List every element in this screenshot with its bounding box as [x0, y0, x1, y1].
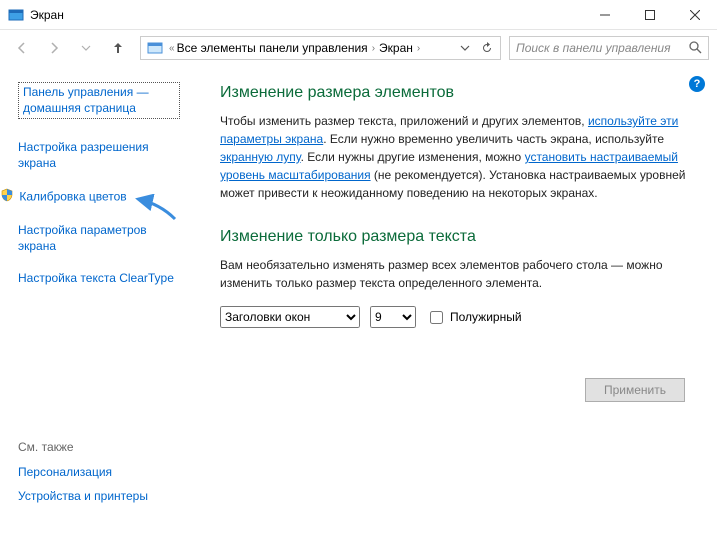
sidebar-link-params[interactable]: Настройка параметров экрана [18, 222, 180, 254]
search-box[interactable] [509, 36, 709, 60]
bold-checkbox[interactable] [430, 311, 443, 324]
paragraph: Вам необязательно изменять размер всех э… [220, 256, 687, 292]
search-icon [688, 40, 704, 57]
sidebar: Панель управления — домашняя страница На… [0, 66, 190, 536]
minimize-button[interactable] [582, 0, 627, 30]
nav-recent-button[interactable] [72, 34, 100, 62]
sidebar-link-calibration[interactable]: Калибровка цветов [18, 188, 180, 206]
search-input[interactable] [514, 40, 688, 56]
sidebar-link-devices[interactable]: Устройства и принтеры [18, 488, 180, 504]
maximize-button[interactable] [627, 0, 672, 30]
sidebar-link-personalization[interactable]: Персонализация [18, 464, 180, 480]
font-size-select[interactable]: 9 [370, 306, 416, 328]
link-magnifier[interactable]: экранную лупу [220, 150, 301, 164]
breadcrumb: Все элементы панели управления › Экран › [177, 41, 454, 55]
breadcrumb-item[interactable]: Все элементы панели управления [177, 41, 368, 55]
apply-row: Применить [220, 378, 687, 402]
shield-icon [0, 188, 14, 206]
help-icon[interactable]: ? [689, 76, 705, 92]
section-heading: Изменение размера элементов [220, 84, 687, 102]
breadcrumb-item[interactable]: Экран [379, 41, 413, 55]
chevron-right-icon: › [372, 43, 375, 54]
sidebar-home-link[interactable]: Панель управления — домашняя страница [18, 82, 180, 119]
bold-label: Полужирный [450, 310, 522, 324]
sidebar-footer: См. также Персонализация Устройства и пр… [18, 440, 180, 526]
see-also-heading: См. также [18, 440, 180, 454]
main-panel: Изменение размера элементов Чтобы измени… [190, 66, 717, 536]
address-dropdown-button[interactable] [454, 37, 476, 59]
apply-button[interactable]: Применить [585, 378, 685, 402]
content-area: ? Панель управления — домашняя страница … [0, 66, 717, 536]
nav-back-button[interactable] [8, 34, 36, 62]
nav-up-button[interactable] [104, 34, 132, 62]
ui-item-select[interactable]: Заголовки окон [220, 306, 360, 328]
nav-forward-button[interactable] [40, 34, 68, 62]
sidebar-link-cleartype[interactable]: Настройка текста ClearType [18, 270, 180, 286]
sidebar-link-resolution[interactable]: Настройка разрешения экрана [18, 139, 180, 171]
address-bar[interactable]: « Все элементы панели управления › Экран… [140, 36, 501, 60]
paragraph: Чтобы изменить размер текста, приложений… [220, 112, 687, 202]
navbar: « Все элементы панели управления › Экран… [0, 30, 717, 66]
window-title: Экран [30, 8, 582, 22]
breadcrumb-sep-icon: « [169, 43, 175, 54]
section-heading: Изменение только размера текста [220, 228, 687, 246]
refresh-button[interactable] [476, 37, 498, 59]
window-icon [8, 7, 24, 23]
bold-checkbox-row[interactable]: Полужирный [426, 308, 522, 327]
text-size-controls: Заголовки окон 9 Полужирный [220, 306, 687, 328]
titlebar: Экран [0, 0, 717, 30]
sidebar-item-label: Калибровка цветов [19, 189, 126, 203]
control-panel-icon [147, 40, 163, 56]
window-controls [582, 0, 717, 30]
chevron-right-icon: › [417, 43, 420, 54]
close-button[interactable] [672, 0, 717, 30]
